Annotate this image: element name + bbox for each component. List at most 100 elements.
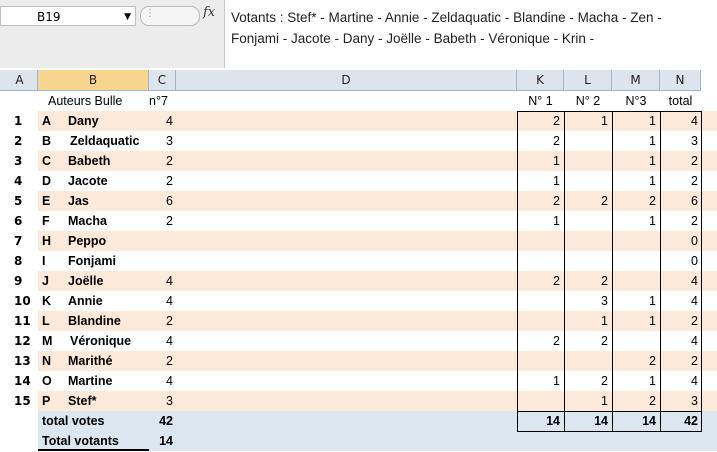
table-row[interactable]: P Stef* 3 1 2 3 [38,391,717,411]
author-name-cell[interactable]: Martine [68,371,148,391]
col-header-d[interactable]: D [176,70,517,91]
bulle-n7-cell[interactable]: 2 [149,311,173,331]
bulle-n7-cell[interactable]: 4 [149,291,173,311]
vote-n1-cell[interactable]: 2 [517,331,560,351]
total-votes-n1[interactable]: 14 [517,411,560,431]
vote-n1-cell[interactable]: 2 [517,191,560,211]
vote-n3-cell[interactable]: 1 [612,371,656,391]
col-header-b[interactable]: B [38,70,149,91]
table-row[interactable]: I Fonjami 0 [38,251,717,271]
bulle-n7-cell[interactable]: 2 [149,171,173,191]
col-header-c[interactable]: C [149,70,176,91]
vote-n2-cell[interactable]: 1 [564,111,608,131]
vote-n2-cell[interactable]: 2 [564,271,608,291]
vote-n3-cell[interactable]: 1 [612,211,656,231]
vote-n1-cell[interactable]: 1 [517,171,560,191]
table-row[interactable]: F Macha 2 1 1 2 [38,211,717,231]
author-letter-cell[interactable]: D [42,171,56,191]
bulle-n7-cell[interactable]: 4 [149,331,173,351]
author-letter-cell[interactable]: I [42,251,56,271]
vote-n3-cell[interactable]: 1 [612,171,656,191]
formula-input[interactable]: Votants : Stef* - Martine - Annie - Zeld… [231,7,701,49]
vote-n1-cell[interactable]: 1 [517,151,560,171]
total-cell[interactable]: 4 [660,271,698,291]
bulle-n7-cell[interactable]: 2 [149,151,173,171]
vote-n2-cell[interactable]: 3 [564,291,608,311]
vote-n1-cell[interactable] [517,391,560,411]
total-cell[interactable]: 4 [660,111,698,131]
col-header-m[interactable]: M [612,70,660,91]
spreadsheet-grid[interactable]: Auteurs Bulle n°7 N° 1 N° 2 N°3 total AD… [38,91,717,452]
author-letter-cell[interactable]: B [42,131,56,151]
vote-n3-cell[interactable]: 1 [612,111,656,131]
author-letter-cell[interactable]: M [42,331,56,351]
author-name-cell[interactable]: Fonjami [68,251,148,271]
author-name-cell[interactable]: Babeth [68,151,148,171]
vote-n1-cell[interactable]: 1 [517,371,560,391]
table-row[interactable]: J Joëlle 4 2 2 4 [38,271,717,291]
vote-n3-cell[interactable] [612,231,656,251]
bulle-n7-cell[interactable]: 3 [149,391,173,411]
vote-n3-cell[interactable]: 1 [612,311,656,331]
formula-bar-resize-handle[interactable]: ⋮ [140,6,200,26]
vote-n1-cell[interactable]: 1 [517,211,560,231]
total-votes-n2[interactable]: 14 [564,411,608,431]
author-name-cell[interactable]: Stef* [68,391,148,411]
total-cell[interactable]: 4 [660,291,698,311]
vote-n3-cell[interactable]: 1 [612,291,656,311]
vote-n1-cell[interactable]: 2 [517,111,560,131]
bulle-n7-cell[interactable]: 4 [149,271,173,291]
author-letter-cell[interactable]: N [42,351,56,371]
author-name-cell[interactable]: Annie [68,291,148,311]
vote-n2-cell[interactable]: 1 [564,391,608,411]
author-letter-cell[interactable]: A [42,111,56,131]
vote-n2-cell[interactable]: 2 [564,371,608,391]
author-letter-cell[interactable]: J [42,271,56,291]
bulle-n7-cell[interactable] [149,231,173,251]
bulle-n7-cell[interactable]: 4 [149,371,173,391]
vote-n3-cell[interactable]: 2 [612,391,656,411]
table-row[interactable]: H Peppo 0 [38,231,717,251]
total-cell[interactable]: 4 [660,371,698,391]
total-cell[interactable]: 0 [660,231,698,251]
author-letter-cell[interactable]: L [42,311,56,331]
total-votants-label[interactable]: Total votants [42,431,152,451]
vote-n1-cell[interactable] [517,311,560,331]
total-votants-row[interactable]: Total votants 14 [38,431,717,451]
author-letter-cell[interactable]: E [42,191,56,211]
total-cell[interactable]: 2 [660,211,698,231]
vote-n1-cell[interactable] [517,351,560,371]
author-letter-cell[interactable]: H [42,231,56,251]
insert-function-icon[interactable]: fx [203,5,215,20]
vote-n2-cell[interactable] [564,231,608,251]
vote-n2-cell[interactable] [564,131,608,151]
table-row[interactable]: K Annie 4 3 1 4 [38,291,717,311]
vote-n3-cell[interactable] [612,331,656,351]
table-row[interactable]: C Babeth 2 1 1 2 [38,151,717,171]
vote-n1-cell[interactable]: 2 [517,131,560,151]
total-cell[interactable]: 3 [660,131,698,151]
author-letter-cell[interactable]: K [42,291,56,311]
total-cell[interactable]: 2 [660,151,698,171]
total-votes-label[interactable]: total votes [42,411,142,431]
author-name-cell[interactable]: Dany [68,111,148,131]
vote-n1-cell[interactable] [517,231,560,251]
bulle-n7-cell[interactable]: 2 [149,351,173,371]
bulle-n7-cell[interactable]: 2 [149,211,173,231]
col-header-l[interactable]: L [564,70,612,91]
vote-n3-cell[interactable]: 1 [612,151,656,171]
vote-n1-cell[interactable]: 2 [517,271,560,291]
vote-n2-cell[interactable] [564,151,608,171]
vote-n3-cell[interactable] [612,271,656,291]
table-row[interactable]: O Martine 4 1 2 1 4 [38,371,717,391]
vote-n2-cell[interactable]: 2 [564,191,608,211]
table-row[interactable]: A Dany 4 2 1 1 4 [38,111,717,131]
author-name-cell[interactable]: Joëlle [68,271,148,291]
total-cell[interactable]: 2 [660,311,698,331]
vote-n1-cell[interactable] [517,291,560,311]
table-row[interactable]: D Jacote 2 1 1 2 [38,171,717,191]
vote-n2-cell[interactable] [564,211,608,231]
bulle-n7-cell[interactable]: 4 [149,111,173,131]
col-header-n[interactable]: N [660,70,701,91]
vote-n3-cell[interactable]: 2 [612,191,656,211]
